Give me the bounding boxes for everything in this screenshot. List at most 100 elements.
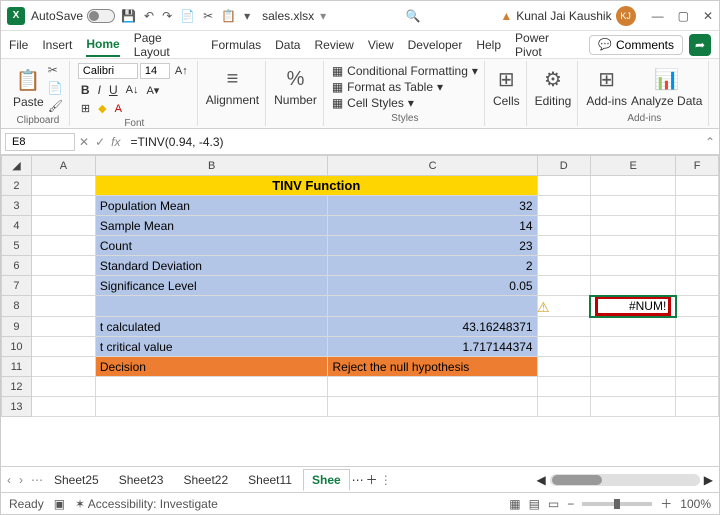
sheet-tab[interactable]: Sheet23 [110,469,173,491]
cell-c6[interactable]: 2 [328,256,537,276]
cell-b3[interactable]: Population Mean [95,196,328,216]
decrease-font-icon[interactable]: A↓ [123,83,142,97]
copy-icon[interactable]: 📄 [48,81,63,95]
paste-button[interactable]: 📋Paste [13,68,44,109]
cell-c4[interactable]: 14 [328,216,537,236]
col-header-b[interactable]: B [95,156,328,176]
cell-c11[interactable]: Reject the null hypothesis [328,357,537,377]
bold-button[interactable]: B [78,82,93,98]
spreadsheet-grid[interactable]: ⚠ ◢ A B C D E F 2TINV Function 3Populati… [1,155,719,466]
italic-button[interactable]: I [95,82,104,98]
accessibility-status[interactable]: ✶ Accessibility: Investigate [75,497,218,511]
zoom-out-icon[interactable]: − [567,497,574,511]
font-style-icon[interactable]: A▾ [143,83,162,98]
copy-icon[interactable]: 📄 [180,9,195,23]
save-icon[interactable]: 💾 [121,9,136,23]
cell-c10[interactable]: 1.717144374 [328,337,537,357]
scroll-left-icon[interactable]: ◀ [537,473,546,487]
comments-button[interactable]: 💬 Comments [589,35,683,55]
col-header-a[interactable]: A [31,156,95,176]
analyze-data-button[interactable]: 📊Analyze Data [631,67,702,108]
error-warning-icon[interactable]: ⚠ [537,299,550,316]
sheet-next-icon[interactable]: › [19,473,23,487]
tab-formulas[interactable]: Formulas [211,34,261,56]
tab-insert[interactable]: Insert [42,34,72,56]
toggle-off-icon[interactable] [87,9,115,23]
cells-button[interactable]: ⊞Cells [493,67,520,108]
minimize-icon[interactable]: ― [652,9,664,23]
cell-c7[interactable]: 0.05 [328,276,537,296]
col-header-c[interactable]: C [328,156,537,176]
cell-b5[interactable]: Count [95,236,328,256]
cell-c9[interactable]: 43.16248371 [328,317,537,337]
enter-icon[interactable]: ✓ [95,135,105,149]
cut-icon[interactable]: ✂ [48,63,63,77]
formula-input[interactable]: =TINV(0.94, -4.3) [124,135,700,149]
font-name-select[interactable]: Calibri [78,63,138,79]
tab-view[interactable]: View [368,34,394,56]
tab-help[interactable]: Help [476,34,501,56]
close-icon[interactable]: ✕ [703,9,713,23]
sheet-tab-active[interactable]: Shee [303,469,350,491]
autosave-toggle[interactable]: AutoSave [31,9,115,23]
sheet-tab[interactable]: Sheet25 [45,469,108,491]
alignment-button[interactable]: ≡Alignment [206,68,259,107]
account-button[interactable]: ▲ Kunal Jai Kaushik KJ [500,6,635,26]
horizontal-scrollbar[interactable] [550,474,700,486]
col-header-e[interactable]: E [590,156,675,176]
addins-button[interactable]: ⊞Add-ins [586,67,627,108]
cell-styles-button[interactable]: ▦Cell Styles ▾ [332,96,478,110]
redo-icon[interactable]: ↷ [162,9,172,23]
sheet-prev-icon[interactable]: ‹ [7,473,11,487]
tab-powerpivot[interactable]: Power Pivot [515,27,575,63]
cell-b9[interactable]: t calculated [95,317,328,337]
col-header-f[interactable]: F [676,156,719,176]
sheet-tab[interactable]: Sheet11 [239,469,301,491]
search-icon[interactable]: 🔍 [406,9,421,23]
format-as-table-button[interactable]: ▦Format as Table ▾ [332,80,478,94]
cell-c3[interactable]: 32 [328,196,537,216]
cell-c5[interactable]: 23 [328,236,537,256]
expand-formula-icon[interactable]: ⌃ [705,135,715,149]
scroll-right-icon[interactable]: ▶ [704,473,713,487]
new-sheet-icon[interactable]: ＋ [366,471,378,488]
fill-color-button[interactable]: ◆ [95,101,109,116]
cell-b6[interactable]: Standard Deviation [95,256,328,276]
paste-icon[interactable]: 📋 [221,9,236,23]
sheet-more-icon[interactable]: ⋯ [31,473,43,487]
sheet-tab[interactable]: Sheet22 [174,469,237,491]
format-painter-icon[interactable]: 🖌 [48,99,63,113]
font-color-button[interactable]: A [112,102,125,116]
col-header-d[interactable]: D [537,156,590,176]
increase-font-icon[interactable]: A↑ [172,64,191,78]
font-size-select[interactable]: 14 [140,63,170,79]
share-button[interactable]: ➦ [689,34,711,56]
cell-b4[interactable]: Sample Mean [95,216,328,236]
tab-review[interactable]: Review [314,34,353,56]
page-break-icon[interactable]: ▭ [548,497,559,511]
zoom-in-icon[interactable]: ＋ [660,495,672,512]
normal-view-icon[interactable]: ▦ [509,497,520,511]
cell-title[interactable]: TINV Function [95,176,537,196]
border-button[interactable]: ⊞ [78,101,93,116]
maximize-icon[interactable]: ▢ [678,9,689,23]
tab-data[interactable]: Data [275,34,300,56]
cancel-icon[interactable]: ✕ [79,135,89,149]
fx-icon[interactable]: fx [111,135,120,149]
page-layout-icon[interactable]: ▤ [529,497,540,511]
tab-developer[interactable]: Developer [408,34,463,56]
undo-icon[interactable]: ↶ [144,9,154,23]
cell-e8-selected[interactable]: #NUM! [590,296,675,317]
select-all-corner[interactable]: ◢ [2,156,32,176]
macro-record-icon[interactable]: ▣ [54,497,65,511]
cell-b10[interactable]: t critical value [95,337,328,357]
cell-b11[interactable]: Decision [95,357,328,377]
sheet-overflow-icon[interactable]: ⋯ [352,473,364,487]
cut-icon[interactable]: ✂ [203,9,213,23]
zoom-level[interactable]: 100% [680,497,711,511]
underline-button[interactable]: U [106,82,121,98]
tab-home[interactable]: Home [86,33,119,57]
chevron-down-icon[interactable]: ▾ [244,9,250,23]
scroll-thumb[interactable] [552,475,602,485]
tab-file[interactable]: File [9,34,28,56]
